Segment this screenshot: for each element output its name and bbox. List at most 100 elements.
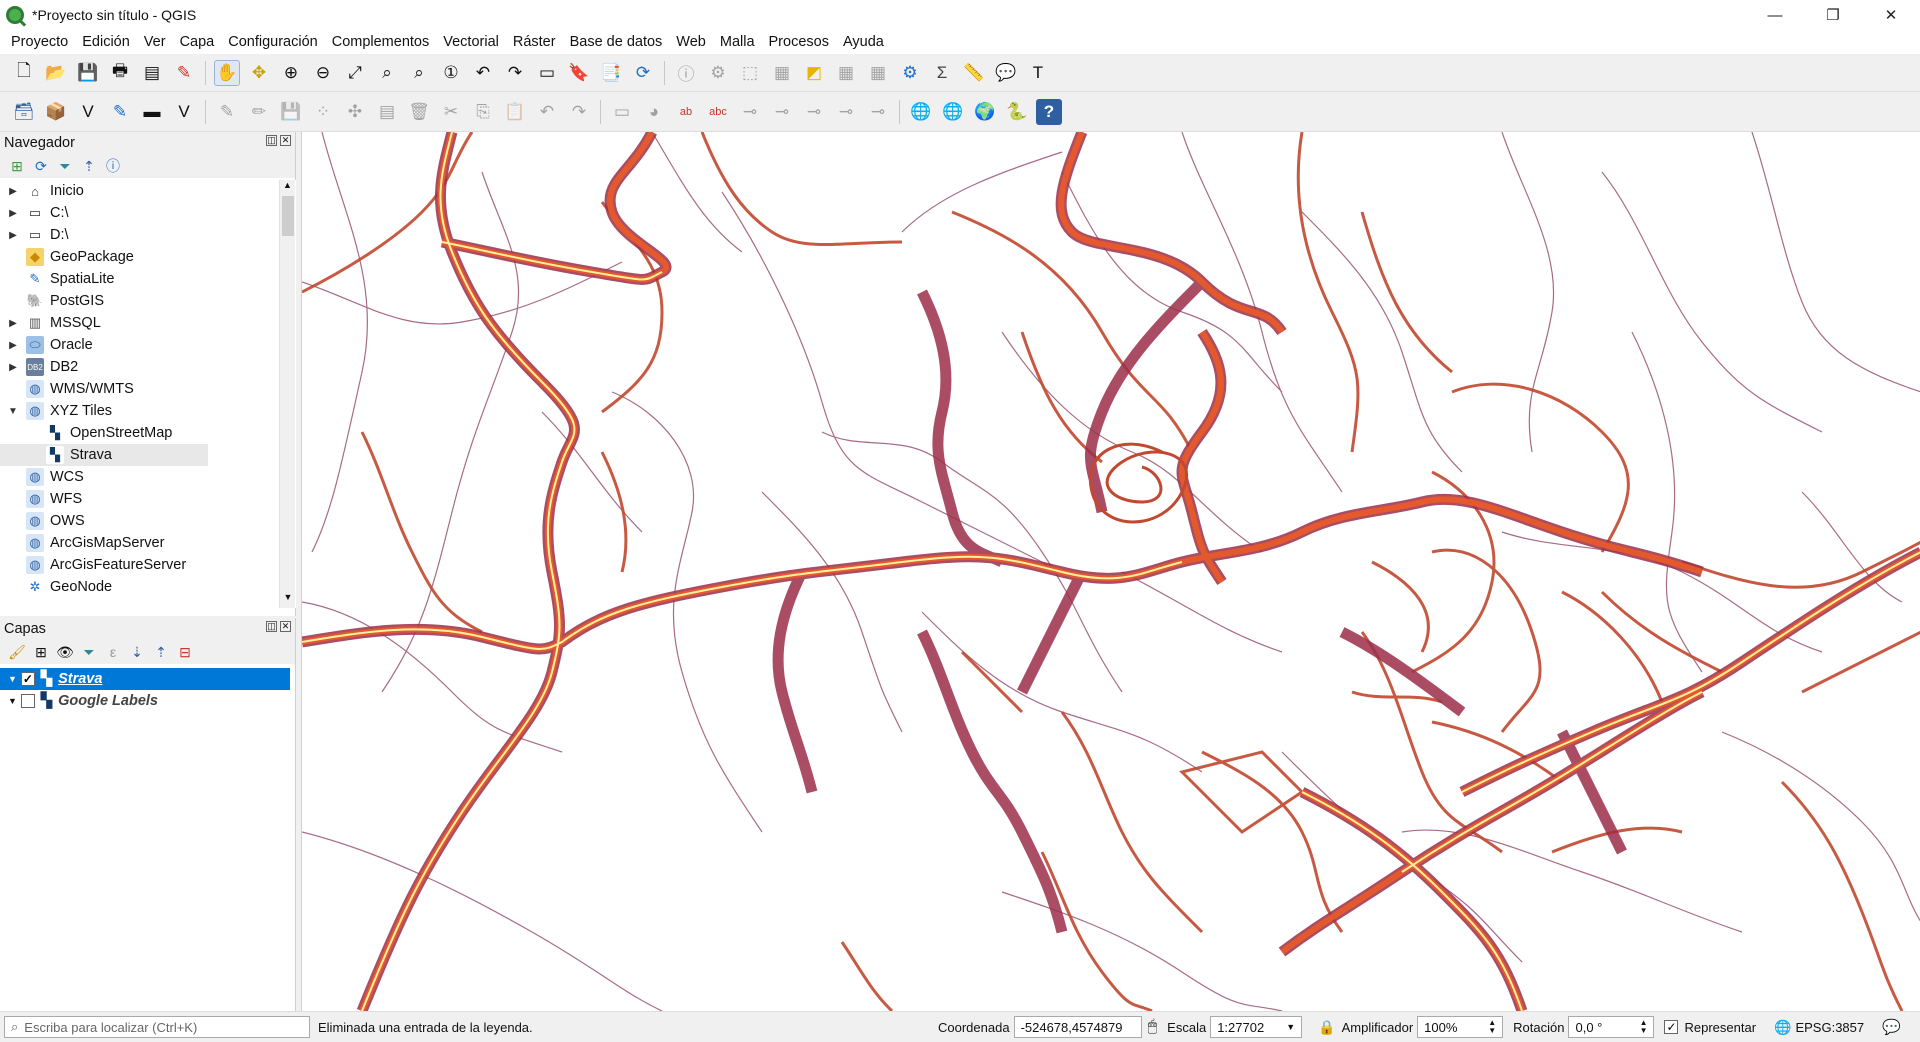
menu-item-malla[interactable]: Malla — [713, 34, 762, 50]
virtual-layer-icon[interactable]: V — [171, 99, 197, 125]
style-manager-icon[interactable]: ✎ — [171, 60, 197, 86]
menu-item-procesos[interactable]: Procesos — [762, 34, 836, 50]
attribute-table-icon[interactable]: ▦ — [833, 60, 859, 86]
digitize-icon[interactable]: ⁘ — [310, 99, 336, 125]
collapse-all-icon[interactable]: ⇡ — [150, 642, 172, 662]
spin-arrows-icon[interactable]: ▲ ▼ — [1488, 1019, 1496, 1035]
help-icon[interactable]: ? — [1036, 98, 1062, 125]
browser-item-postgis[interactable]: 🐘 PostGIS — [0, 290, 296, 312]
metasearch-icon[interactable]: 🌐 — [908, 99, 934, 125]
menu-item-proyecto[interactable]: Proyecto — [4, 34, 75, 50]
browser-item-oracle[interactable]: ▶ ⬭ Oracle — [0, 334, 296, 356]
open-project-icon[interactable]: 📂 — [43, 60, 69, 86]
new-project-icon[interactable]: 🗋 — [11, 60, 37, 86]
zoom-to-layer-icon[interactable]: ⌕ — [406, 60, 432, 86]
identify-icon[interactable]: ⓘ — [673, 60, 699, 86]
menu-item-ver[interactable]: Ver — [137, 34, 173, 50]
statistics-sigma-icon[interactable]: Σ — [929, 60, 955, 86]
zoom-full-icon[interactable]: ⤢ — [342, 60, 368, 86]
save-edits-icon[interactable]: 💾 — [278, 99, 304, 125]
refresh-icon[interactable]: ⟳ — [630, 60, 656, 86]
zoom-in-icon[interactable]: ⊕ — [278, 60, 304, 86]
browser-item-inicio[interactable]: ▶ ⌂ Inicio — [0, 180, 296, 202]
paste-features-icon[interactable]: 📋 — [502, 99, 528, 125]
select-by-value-icon[interactable]: ▦ — [769, 60, 795, 86]
scroll-down-arrow-icon[interactable]: ▼ — [280, 592, 296, 608]
render-checkbox[interactable]: ✓ — [1664, 1020, 1679, 1034]
new-spatialite-layer-icon[interactable]: ✎ — [107, 99, 133, 125]
layer-labeling-icon[interactable]: ab — [673, 99, 699, 125]
spin-arrows-icon[interactable]: ▲ ▼ — [1640, 1019, 1648, 1035]
expanded-arrow-icon[interactable]: ▼ — [8, 674, 17, 684]
close-panel-icon[interactable]: ✕ — [280, 621, 291, 632]
new-bookmark-icon[interactable]: 🔖 — [566, 60, 592, 86]
rotate-label-icon[interactable]: ⊸ — [833, 99, 859, 125]
pan-to-selection-icon[interactable]: ✥ — [246, 60, 272, 86]
toggle-editing-icon[interactable]: ✏ — [246, 99, 272, 125]
zoom-native-icon[interactable]: ① — [438, 60, 464, 86]
collapse-all-icon[interactable]: ⇡ — [78, 156, 100, 176]
web-service-icon[interactable]: 🌐 — [940, 99, 966, 125]
toggle-extents-icon[interactable]: 🖱 — [1148, 1018, 1158, 1036]
save-project-icon[interactable]: 💾 — [75, 60, 101, 86]
diagram-icon[interactable]: ◕ — [641, 99, 667, 125]
text-annotation-icon[interactable]: T — [1025, 60, 1051, 86]
browser-item-geonode[interactable]: ✲ GeoNode — [0, 576, 296, 598]
browser-item-db2[interactable]: ▶ DB2 DB2 — [0, 356, 296, 378]
rotation-spinbox[interactable]: 0,0 ° ▲ ▼ — [1568, 1016, 1655, 1038]
expanded-arrow-icon[interactable]: ▼ — [6, 406, 20, 417]
vertex-tool-icon[interactable]: ✣ — [342, 99, 368, 125]
zoom-next-icon[interactable]: ↷ — [502, 60, 528, 86]
undo-icon[interactable]: ↶ — [534, 99, 560, 125]
manage-map-themes-icon[interactable]: 👁 — [54, 642, 76, 662]
layer-visibility-checkbox[interactable] — [20, 694, 35, 708]
browser-item-mssql[interactable]: ▶ ▥ MSSQL — [0, 312, 296, 334]
crs-globe-icon[interactable]: 🌐 — [1774, 1019, 1791, 1036]
menu-item-configuración[interactable]: Configuración — [221, 34, 324, 50]
scale-combo[interactable]: 1:27702 ▼ — [1210, 1016, 1303, 1038]
browser-item-spatialite[interactable]: ✎ SpatiaLite — [0, 268, 296, 290]
refresh-icon[interactable]: ⟳ — [30, 156, 52, 176]
scroll-thumb[interactable] — [282, 196, 294, 236]
browser-item-arcgisfeatureserver[interactable]: ◍ ArcGisFeatureServer — [0, 554, 296, 576]
magnifier-spinbox[interactable]: 100% ▲ ▼ — [1417, 1016, 1504, 1038]
menu-item-edición[interactable]: Edición — [75, 34, 137, 50]
close-panel-icon[interactable]: ✕ — [280, 135, 291, 146]
crs-label[interactable]: EPSG:3857 — [1795, 1020, 1864, 1035]
map-canvas[interactable] — [301, 132, 1920, 1011]
new-shapefile-layer-icon[interactable]: V — [75, 99, 101, 125]
menu-item-vectorial[interactable]: Vectorial — [436, 34, 506, 50]
zoom-out-icon[interactable]: ⊖ — [310, 60, 336, 86]
filter-legend-icon[interactable]: ⏷ — [78, 642, 100, 662]
browser-item-c[interactable]: ▶ ▭ C:\ — [0, 202, 296, 224]
layer-visibility-checkbox[interactable]: ✓ — [20, 672, 35, 686]
copy-features-icon[interactable]: ⎘ — [470, 99, 496, 125]
collapsed-arrow-icon[interactable]: ▶ — [6, 230, 20, 241]
delete-selected-icon[interactable]: 🗑 — [406, 99, 432, 125]
python-console-icon[interactable]: 🐍 — [1004, 99, 1030, 125]
menu-item-base-de-datos[interactable]: Base de datos — [563, 34, 670, 50]
collapsed-arrow-icon[interactable]: ▶ — [6, 318, 20, 329]
messages-icon[interactable]: 💬 — [1882, 1018, 1901, 1036]
coordinate-field[interactable]: -524678,4574879 — [1013, 1016, 1142, 1038]
collapsed-arrow-icon[interactable]: ▶ — [6, 208, 20, 219]
browser-item-wcs[interactable]: ◍ WCS — [0, 466, 296, 488]
deselect-icon[interactable]: ◩ — [801, 60, 827, 86]
add-selected-layers-icon[interactable]: ⊞ — [6, 156, 28, 176]
print-layout-icon[interactable]: 🖶 — [107, 60, 133, 86]
pin-labels-icon[interactable]: ⊸ — [737, 99, 763, 125]
field-calculator-icon[interactable]: ▦ — [865, 60, 891, 86]
add-group-icon[interactable]: ⊞ — [30, 642, 52, 662]
browser-item-openstreetmap[interactable]: ▚ OpenStreetMap — [0, 422, 296, 444]
float-panel-icon[interactable]: ◫ — [266, 135, 277, 146]
layer-item-google-labels[interactable]: ▼ ▚ Google Labels — [0, 690, 295, 712]
collapsed-arrow-icon[interactable]: ▶ — [6, 362, 20, 373]
browser-scrollbar[interactable]: ▲ ▼ — [279, 180, 295, 608]
zoom-last-icon[interactable]: ↶ — [470, 60, 496, 86]
processing-toolbox-icon[interactable]: ⚙ — [897, 60, 923, 86]
filter-icon[interactable]: ⏷ — [54, 156, 76, 176]
float-panel-icon[interactable]: ◫ — [266, 621, 277, 632]
close-button[interactable]: ✕ — [1862, 0, 1920, 30]
measure-icon[interactable]: 📏 — [961, 60, 987, 86]
show-hide-labels-icon[interactable]: ⊸ — [769, 99, 795, 125]
